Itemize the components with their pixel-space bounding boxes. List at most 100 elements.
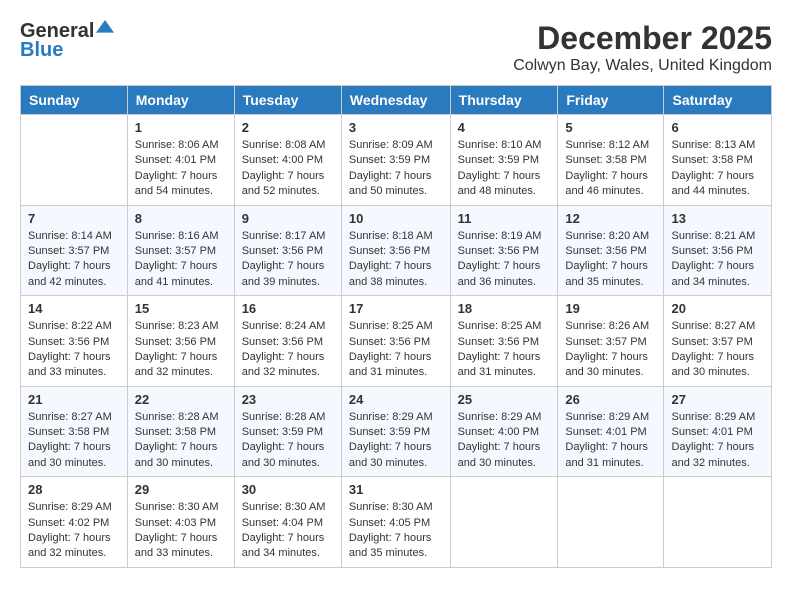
day-header-monday: Monday xyxy=(127,86,234,115)
calendar-cell: 4 Sunrise: 8:10 AMSunset: 3:59 PMDayligh… xyxy=(450,115,558,206)
cell-info: Sunrise: 8:25 AMSunset: 3:56 PMDaylight:… xyxy=(458,320,542,378)
day-header-sunday: Sunday xyxy=(21,86,128,115)
cell-date: 7 xyxy=(28,211,120,226)
location: Colwyn Bay, Wales, United Kingdom xyxy=(513,57,772,75)
cell-date: 12 xyxy=(565,211,656,226)
day-header-friday: Friday xyxy=(558,86,664,115)
cell-info: Sunrise: 8:24 AMSunset: 3:56 PMDaylight:… xyxy=(242,320,326,378)
cell-date: 10 xyxy=(349,211,443,226)
calendar-cell: 14 Sunrise: 8:22 AMSunset: 3:56 PMDaylig… xyxy=(21,296,128,387)
cell-info: Sunrise: 8:20 AMSunset: 3:56 PMDaylight:… xyxy=(565,230,649,288)
calendar-cell xyxy=(21,115,128,206)
day-header-saturday: Saturday xyxy=(664,86,772,115)
cell-date: 4 xyxy=(458,120,551,135)
calendar-cell: 9 Sunrise: 8:17 AMSunset: 3:56 PMDayligh… xyxy=(234,205,341,296)
day-header-thursday: Thursday xyxy=(450,86,558,115)
cell-date: 21 xyxy=(28,392,120,407)
calendar-cell: 18 Sunrise: 8:25 AMSunset: 3:56 PMDaylig… xyxy=(450,296,558,387)
calendar-cell xyxy=(664,477,772,568)
week-row-2: 7 Sunrise: 8:14 AMSunset: 3:57 PMDayligh… xyxy=(21,205,772,296)
cell-date: 1 xyxy=(135,120,227,135)
header: General Blue December 2025 Colwyn Bay, W… xyxy=(20,20,772,75)
week-row-3: 14 Sunrise: 8:22 AMSunset: 3:56 PMDaylig… xyxy=(21,296,772,387)
cell-date: 6 xyxy=(671,120,764,135)
cell-info: Sunrise: 8:22 AMSunset: 3:56 PMDaylight:… xyxy=(28,320,112,378)
calendar-cell: 26 Sunrise: 8:29 AMSunset: 4:01 PMDaylig… xyxy=(558,386,664,477)
calendar-cell: 6 Sunrise: 8:13 AMSunset: 3:58 PMDayligh… xyxy=(664,115,772,206)
cell-date: 5 xyxy=(565,120,656,135)
cell-date: 16 xyxy=(242,301,334,316)
cell-date: 2 xyxy=(242,120,334,135)
calendar-cell: 1 Sunrise: 8:06 AMSunset: 4:01 PMDayligh… xyxy=(127,115,234,206)
cell-date: 23 xyxy=(242,392,334,407)
calendar: SundayMondayTuesdayWednesdayThursdayFrid… xyxy=(20,85,772,568)
week-row-1: 1 Sunrise: 8:06 AMSunset: 4:01 PMDayligh… xyxy=(21,115,772,206)
cell-info: Sunrise: 8:29 AMSunset: 4:00 PMDaylight:… xyxy=(458,411,542,469)
cell-date: 24 xyxy=(349,392,443,407)
cell-date: 29 xyxy=(135,482,227,497)
calendar-cell: 7 Sunrise: 8:14 AMSunset: 3:57 PMDayligh… xyxy=(21,205,128,296)
cell-info: Sunrise: 8:13 AMSunset: 3:58 PMDaylight:… xyxy=(671,139,755,197)
calendar-cell: 20 Sunrise: 8:27 AMSunset: 3:57 PMDaylig… xyxy=(664,296,772,387)
calendar-cell: 5 Sunrise: 8:12 AMSunset: 3:58 PMDayligh… xyxy=(558,115,664,206)
cell-info: Sunrise: 8:16 AMSunset: 3:57 PMDaylight:… xyxy=(135,230,219,288)
cell-info: Sunrise: 8:28 AMSunset: 3:59 PMDaylight:… xyxy=(242,411,326,469)
cell-date: 11 xyxy=(458,211,551,226)
calendar-cell xyxy=(558,477,664,568)
calendar-cell: 17 Sunrise: 8:25 AMSunset: 3:56 PMDaylig… xyxy=(341,296,450,387)
day-header-wednesday: Wednesday xyxy=(341,86,450,115)
cell-info: Sunrise: 8:14 AMSunset: 3:57 PMDaylight:… xyxy=(28,230,112,288)
cell-date: 28 xyxy=(28,482,120,497)
cell-date: 20 xyxy=(671,301,764,316)
cell-info: Sunrise: 8:06 AMSunset: 4:01 PMDaylight:… xyxy=(135,139,219,197)
cell-info: Sunrise: 8:21 AMSunset: 3:56 PMDaylight:… xyxy=(671,230,755,288)
logo: General Blue xyxy=(20,20,114,62)
cell-info: Sunrise: 8:29 AMSunset: 3:59 PMDaylight:… xyxy=(349,411,433,469)
cell-info: Sunrise: 8:26 AMSunset: 3:57 PMDaylight:… xyxy=(565,320,649,378)
cell-info: Sunrise: 8:17 AMSunset: 3:56 PMDaylight:… xyxy=(242,230,326,288)
cell-date: 13 xyxy=(671,211,764,226)
week-row-4: 21 Sunrise: 8:27 AMSunset: 3:58 PMDaylig… xyxy=(21,386,772,477)
calendar-cell: 15 Sunrise: 8:23 AMSunset: 3:56 PMDaylig… xyxy=(127,296,234,387)
cell-info: Sunrise: 8:29 AMSunset: 4:01 PMDaylight:… xyxy=(565,411,649,469)
cell-info: Sunrise: 8:08 AMSunset: 4:00 PMDaylight:… xyxy=(242,139,326,197)
cell-date: 8 xyxy=(135,211,227,226)
cell-info: Sunrise: 8:23 AMSunset: 3:56 PMDaylight:… xyxy=(135,320,219,378)
cell-date: 15 xyxy=(135,301,227,316)
calendar-cell: 3 Sunrise: 8:09 AMSunset: 3:59 PMDayligh… xyxy=(341,115,450,206)
cell-date: 27 xyxy=(671,392,764,407)
cell-date: 14 xyxy=(28,301,120,316)
calendar-cell: 19 Sunrise: 8:26 AMSunset: 3:57 PMDaylig… xyxy=(558,296,664,387)
cell-date: 3 xyxy=(349,120,443,135)
cell-info: Sunrise: 8:30 AMSunset: 4:04 PMDaylight:… xyxy=(242,501,326,559)
calendar-cell: 25 Sunrise: 8:29 AMSunset: 4:00 PMDaylig… xyxy=(450,386,558,477)
calendar-cell: 27 Sunrise: 8:29 AMSunset: 4:01 PMDaylig… xyxy=(664,386,772,477)
calendar-cell: 28 Sunrise: 8:29 AMSunset: 4:02 PMDaylig… xyxy=(21,477,128,568)
calendar-cell: 12 Sunrise: 8:20 AMSunset: 3:56 PMDaylig… xyxy=(558,205,664,296)
cell-date: 31 xyxy=(349,482,443,497)
header-row: SundayMondayTuesdayWednesdayThursdayFrid… xyxy=(21,86,772,115)
cell-info: Sunrise: 8:27 AMSunset: 3:58 PMDaylight:… xyxy=(28,411,112,469)
cell-info: Sunrise: 8:10 AMSunset: 3:59 PMDaylight:… xyxy=(458,139,542,197)
week-row-5: 28 Sunrise: 8:29 AMSunset: 4:02 PMDaylig… xyxy=(21,477,772,568)
calendar-cell: 8 Sunrise: 8:16 AMSunset: 3:57 PMDayligh… xyxy=(127,205,234,296)
cell-info: Sunrise: 8:28 AMSunset: 3:58 PMDaylight:… xyxy=(135,411,219,469)
calendar-cell: 23 Sunrise: 8:28 AMSunset: 3:59 PMDaylig… xyxy=(234,386,341,477)
calendar-cell: 29 Sunrise: 8:30 AMSunset: 4:03 PMDaylig… xyxy=(127,477,234,568)
cell-info: Sunrise: 8:18 AMSunset: 3:56 PMDaylight:… xyxy=(349,230,433,288)
calendar-cell: 24 Sunrise: 8:29 AMSunset: 3:59 PMDaylig… xyxy=(341,386,450,477)
calendar-cell: 21 Sunrise: 8:27 AMSunset: 3:58 PMDaylig… xyxy=(21,386,128,477)
cell-info: Sunrise: 8:09 AMSunset: 3:59 PMDaylight:… xyxy=(349,139,433,197)
cell-info: Sunrise: 8:30 AMSunset: 4:05 PMDaylight:… xyxy=(349,501,433,559)
cell-date: 25 xyxy=(458,392,551,407)
calendar-cell: 22 Sunrise: 8:28 AMSunset: 3:58 PMDaylig… xyxy=(127,386,234,477)
title-area: December 2025 Colwyn Bay, Wales, United … xyxy=(513,20,772,75)
cell-date: 18 xyxy=(458,301,551,316)
calendar-cell: 31 Sunrise: 8:30 AMSunset: 4:05 PMDaylig… xyxy=(341,477,450,568)
logo-triangle-icon xyxy=(96,20,114,38)
cell-info: Sunrise: 8:12 AMSunset: 3:58 PMDaylight:… xyxy=(565,139,649,197)
calendar-cell: 2 Sunrise: 8:08 AMSunset: 4:00 PMDayligh… xyxy=(234,115,341,206)
calendar-cell: 10 Sunrise: 8:18 AMSunset: 3:56 PMDaylig… xyxy=(341,205,450,296)
cell-info: Sunrise: 8:29 AMSunset: 4:02 PMDaylight:… xyxy=(28,501,112,559)
calendar-cell: 11 Sunrise: 8:19 AMSunset: 3:56 PMDaylig… xyxy=(450,205,558,296)
